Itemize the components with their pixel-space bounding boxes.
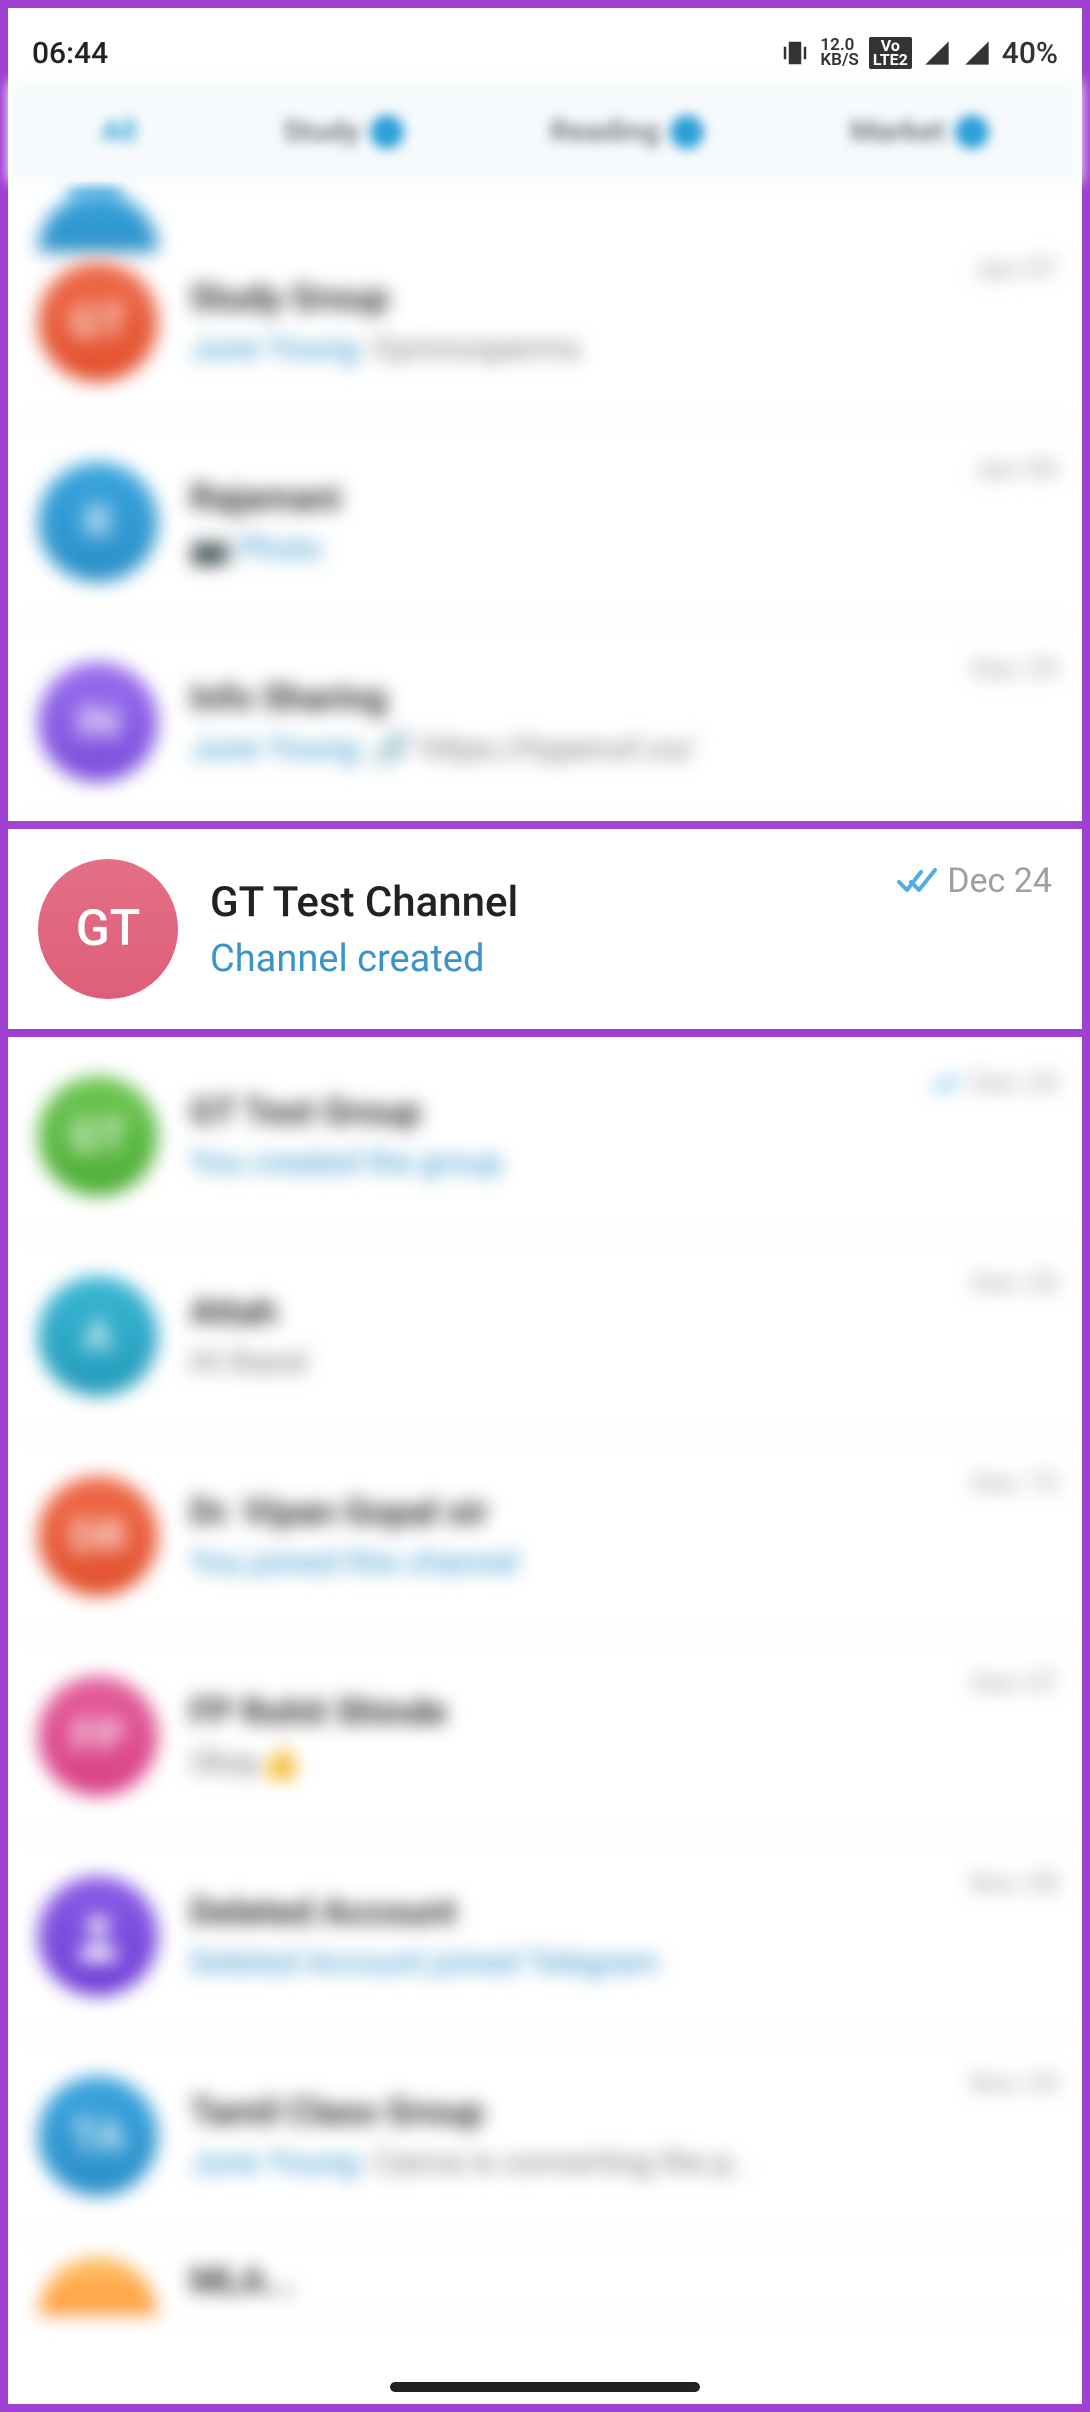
vibrate-icon — [780, 38, 810, 68]
avatar: A — [38, 1276, 158, 1396]
chat-preview: Okay👍 — [190, 1743, 964, 1781]
read-check-icon — [930, 1071, 964, 1095]
avatar: TA — [38, 2076, 158, 2196]
chat-preview: June Young: Canva is converting the p.. — [190, 2143, 962, 2181]
chat-body: GT Test Channel Channel created — [210, 878, 889, 981]
home-indicator[interactable] — [390, 2382, 700, 2392]
chat-body: Attah Hi there! — [190, 1291, 964, 1381]
chat-date: Nov 24 — [970, 2066, 1058, 2099]
avatar — [38, 1876, 158, 1996]
battery-percent: 40% — [1002, 36, 1058, 71]
chat-preview: Deleted Account joined Telegram — [190, 1943, 962, 1981]
list-item[interactable]: Deleted Account Deleted Account joined T… — [8, 1836, 1082, 2036]
chat-date: Dec 15 — [972, 1466, 1058, 1499]
chat-preview: June Young: Gymnosperms — [190, 329, 965, 367]
avatar: GT — [38, 859, 178, 999]
avatar: DR — [38, 1476, 158, 1596]
chat-date: Dec 29 — [972, 652, 1058, 685]
tab-study[interactable]: Study — [283, 114, 404, 149]
highlighted-chat-wrap: GT GT Test Channel Channel created Dec 2… — [8, 821, 1082, 1037]
status-right: 12.0 KB/S Vo LTE2 40% — [780, 36, 1058, 71]
chat-date: Nov 28 — [970, 1866, 1058, 1899]
unread-dot — [955, 115, 989, 149]
chat-title: MLA... — [190, 2260, 1058, 2302]
chat-body: Dr. Vipan Gopal sir You joined this chan… — [190, 1491, 964, 1581]
chat-body: FP Rohit Shinde Okay👍 — [190, 1691, 964, 1781]
chat-title: Deleted Account — [190, 1891, 962, 1933]
tab-reading[interactable]: Reading — [550, 114, 704, 149]
list-item[interactable]: FP FP Rohit Shinde Okay👍 Dec 07 — [8, 1636, 1082, 1836]
chat-preview: You created the group — [190, 1143, 922, 1181]
app-screen: 06:44 12.0 KB/S Vo LTE2 40% All Study — [0, 0, 1090, 2412]
chat-list[interactable]: GT Study Group June Young: Gymnosperms J… — [8, 182, 1082, 2370]
avatar: IN — [38, 662, 158, 782]
list-item[interactable]: MLA... — [8, 2236, 1082, 2317]
chat-title: Study Group — [190, 277, 965, 319]
chat-title: Info Sharing — [190, 677, 964, 719]
chat-meta: Dec 24 — [897, 861, 1052, 901]
system-nav-bar[interactable] — [8, 2370, 1082, 2404]
signal-1-icon — [922, 39, 952, 67]
chat-body: Study Group June Young: Gymnosperms — [190, 277, 965, 367]
list-item[interactable]: DR Dr. Vipan Gopal sir You joined this c… — [8, 1436, 1082, 1636]
avatar — [38, 2256, 158, 2316]
tab-all[interactable]: All — [101, 114, 137, 149]
chat-body: GT Test Group You created the group — [190, 1091, 922, 1181]
chat-preview: Hi there! — [190, 1343, 964, 1381]
chat-title: Rajamani — [190, 477, 965, 519]
volte-icon: Vo LTE2 — [869, 37, 912, 70]
status-bar: 06:44 12.0 KB/S Vo LTE2 40% — [8, 24, 1082, 82]
chat-preview: June Young: 🔗 https://hyperurl.co/ — [190, 729, 964, 767]
chat-date: Dec 24 — [947, 861, 1052, 901]
status-time: 06:44 — [32, 36, 108, 71]
chat-title: GT Test Group — [190, 1091, 922, 1133]
chat-title: Tamil Class Group — [190, 2091, 962, 2133]
list-item[interactable]: TA Tamil Class Group June Young: Canva i… — [8, 2036, 1082, 2236]
list-item[interactable]: R Rajamani 📷 Photo Jan 06 — [8, 422, 1082, 622]
list-item[interactable]: A Attah Hi there! Dec 20 — [8, 1236, 1082, 1436]
person-icon — [68, 1906, 128, 1966]
chat-preview: 📷 Photo — [190, 529, 965, 567]
chat-title: Dr. Vipan Gopal sir — [190, 1491, 964, 1533]
chat-date: Jan 06 — [973, 452, 1058, 485]
avatar: R — [38, 462, 158, 582]
chat-body: Info Sharing June Young: 🔗 https://hyper… — [190, 677, 964, 767]
chat-preview: You joined this channel — [190, 1543, 964, 1581]
tab-market[interactable]: Market — [850, 114, 989, 149]
chat-title: Attah — [190, 1291, 964, 1333]
chat-date: Dec 07 — [972, 1666, 1058, 1699]
chat-body: MLA... — [190, 2260, 1058, 2312]
list-item[interactable] — [8, 182, 1082, 222]
chat-title: GT Test Channel — [210, 878, 889, 927]
folder-tabs: All Study Reading Market — [8, 82, 1082, 182]
read-check-icon — [897, 866, 939, 896]
chat-body: Deleted Account Deleted Account joined T… — [190, 1891, 962, 1981]
avatar: FP — [38, 1676, 158, 1796]
list-item[interactable]: GT Study Group June Young: Gymnosperms J… — [8, 222, 1082, 422]
chat-preview: Channel created — [210, 937, 889, 981]
list-item[interactable]: GT GT Test Group You created the group D… — [8, 1036, 1082, 1236]
unread-dot — [670, 115, 704, 149]
list-item[interactable]: IN Info Sharing June Young: 🔗 https://hy… — [8, 622, 1082, 822]
chat-body: Tamil Class Group June Young: Canva is c… — [190, 2091, 962, 2181]
avatar: GT — [38, 262, 158, 382]
signal-2-icon — [962, 39, 992, 67]
list-item[interactable]: GT GT Test Channel Channel created Dec 2… — [8, 829, 1082, 1029]
chat-body: Rajamani 📷 Photo — [190, 477, 965, 567]
unread-dot — [370, 115, 404, 149]
data-speed: 12.0 KB/S — [820, 38, 858, 69]
chat-title: FP Rohit Shinde — [190, 1691, 964, 1733]
avatar: GT — [38, 1076, 158, 1196]
chat-meta: Dec 24 — [930, 1066, 1058, 1099]
chat-date: Dec 24 — [972, 1066, 1058, 1099]
chat-date: Jan 07 — [973, 252, 1058, 285]
chat-date: Dec 20 — [972, 1266, 1058, 1299]
